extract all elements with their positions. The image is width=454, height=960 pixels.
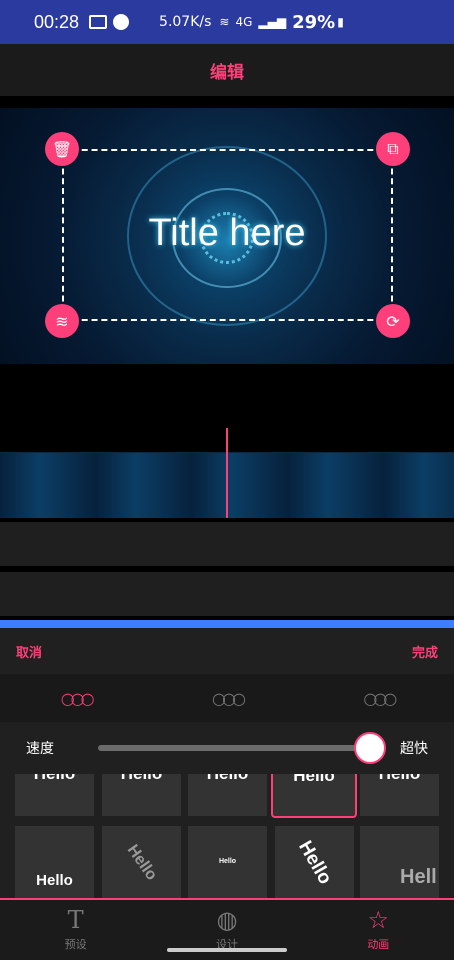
panel-divider — [0, 620, 454, 628]
speed-row: 速度 超快 — [0, 722, 454, 774]
preset-tile[interactable]: Hello — [102, 774, 181, 816]
battery-percent: 29% — [292, 11, 336, 33]
preset-tile[interactable]: Hello — [360, 774, 439, 816]
nav-item-presets[interactable]: T 预设 — [36, 908, 116, 952]
signal-label: 4G — [235, 15, 253, 29]
app-notification-icon — [113, 14, 130, 30]
speed-label: 速度 — [26, 741, 54, 757]
layer-icon[interactable]: ≋ — [45, 304, 79, 338]
preset-grid: Hello Hello Hello Hello Hello Hello Hell… — [15, 774, 445, 900]
battery-icon: ▮ — [337, 15, 344, 29]
animation-style-icon-3[interactable]: ○○○ — [363, 689, 397, 708]
signal-bars-icon: ▂▄▆ — [258, 15, 287, 29]
preset-tile-selected[interactable]: Hello — [271, 774, 357, 818]
animation-style-icon-1[interactable]: ○○○ — [61, 689, 95, 708]
preset-tile[interactable]: Hell — [360, 826, 439, 900]
preset-tile[interactable]: Hello — [275, 826, 354, 900]
preset-tile[interactable]: Hello — [188, 774, 267, 816]
duplicate-icon[interactable]: ⧉ — [376, 132, 410, 166]
network-speed: 5.07K/s — [159, 14, 212, 30]
wifi-icon: ≋ — [219, 15, 230, 29]
selection-frame[interactable] — [62, 149, 393, 321]
cancel-button[interactable]: 取消 — [16, 642, 42, 661]
preset-tile[interactable]: Hello — [102, 826, 181, 900]
animation-star-icon: ☆ — [367, 906, 390, 934]
delete-icon[interactable]: 🗑 — [45, 132, 79, 166]
text-T-icon: T — [67, 906, 84, 934]
nav-item-design[interactable]: ◍ 设计 — [187, 908, 267, 952]
animation-tabs: ○○○ ○○○ ○○○ — [0, 674, 454, 722]
page-header: 编辑 — [0, 44, 454, 96]
rotate-icon[interactable]: ⟳ — [376, 304, 410, 338]
done-button[interactable]: 完成 — [412, 642, 438, 661]
speed-slider-knob[interactable] — [354, 732, 386, 764]
speed-value: 超快 — [400, 741, 428, 757]
speed-slider[interactable] — [98, 732, 386, 764]
canvas-preview[interactable]: Title here 🗑 ⧉ ≋ ⟳ — [0, 108, 454, 364]
playhead[interactable] — [226, 428, 228, 518]
palette-icon: ◍ — [216, 906, 238, 934]
nav-label: 预设 — [64, 938, 87, 951]
home-indicator[interactable] — [167, 948, 287, 952]
timeline-track-3[interactable] — [0, 572, 454, 616]
page-title: 编辑 — [210, 62, 244, 83]
timeline-track-2[interactable] — [0, 522, 454, 566]
nav-label: 动画 — [367, 938, 390, 951]
preset-tile[interactable]: Hello — [15, 774, 94, 816]
preset-tile[interactable]: Hello — [15, 826, 94, 900]
animation-style-icon-2[interactable]: ○○○ — [212, 689, 246, 708]
nav-item-animation[interactable]: ☆ 动画 — [338, 908, 418, 952]
image-notification-icon — [89, 15, 108, 29]
panel-actions: 取消 完成 — [0, 628, 454, 674]
status-bar: 00:28 5.07K/s ≋ 4G ▂▄▆ 29% ▮ — [0, 0, 454, 44]
preset-tile[interactable]: Hello — [188, 826, 267, 900]
status-time: 00:28 — [34, 11, 80, 32]
